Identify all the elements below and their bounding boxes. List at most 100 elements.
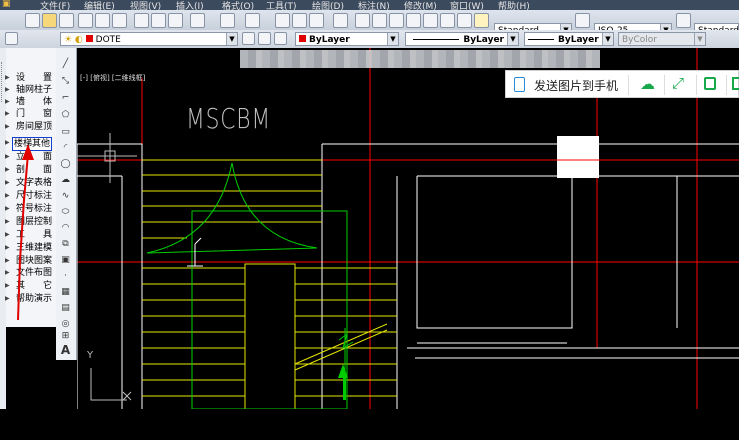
sheet-set-icon[interactable] xyxy=(406,13,421,28)
make-block-icon[interactable]: ▣ xyxy=(59,254,72,266)
insert-block-icon[interactable]: ⧉ xyxy=(59,238,72,250)
zoom-previous-icon[interactable] xyxy=(333,13,348,28)
chevron-down-icon: ▼ xyxy=(602,33,613,45)
layer-states-icon[interactable] xyxy=(274,32,287,45)
linetype-select[interactable]: ByLayer ▼ xyxy=(405,32,519,46)
layer-manager-icon[interactable] xyxy=(5,32,18,45)
viewport-label[interactable]: [-] [俯视] [二维线框] xyxy=(80,74,145,82)
menu-draw[interactable]: 绘图(D) xyxy=(312,0,344,10)
layer-select[interactable]: ☀ ◐ DOTE ▼ xyxy=(60,32,238,46)
undo-icon[interactable] xyxy=(220,13,235,28)
ellipse-icon[interactable]: ⬭ xyxy=(59,206,72,218)
arc-icon[interactable]: ◜ xyxy=(59,142,72,154)
table-icon[interactable]: ⊞ xyxy=(59,330,72,342)
redo-icon[interactable] xyxy=(245,13,260,28)
point-icon[interactable]: · xyxy=(59,270,72,282)
circle-icon[interactable]: ◯ xyxy=(59,158,72,170)
open-file-icon[interactable] xyxy=(42,13,57,28)
layer-value: DOTE xyxy=(95,35,121,45)
expand-triangle-icon: ▶ xyxy=(5,123,10,130)
lineweight-value: ByLayer xyxy=(558,35,599,45)
menu-tools[interactable]: 工具(T) xyxy=(266,0,297,10)
menu-view[interactable]: 视图(V) xyxy=(130,0,161,10)
multiline-text-icon[interactable]: A xyxy=(59,344,72,356)
menu-window[interactable]: 窗口(W) xyxy=(450,0,484,10)
axis-lines xyxy=(77,48,739,409)
properties-icon[interactable] xyxy=(355,13,370,28)
make-current-icon[interactable] xyxy=(242,32,255,45)
expand-triangle-icon: ▶ xyxy=(5,86,10,93)
menu-item-label: 墙 体 xyxy=(16,97,53,107)
rectangle-icon[interactable]: ▭ xyxy=(59,126,72,138)
annotation-arrow xyxy=(17,144,34,321)
save-icon[interactable] xyxy=(59,13,74,28)
selection-grip[interactable] xyxy=(557,136,599,178)
publish-icon[interactable] xyxy=(112,13,127,28)
menu-dimension[interactable]: 标注(N) xyxy=(358,0,390,10)
stair-treads xyxy=(142,159,397,409)
menu-item-wall[interactable]: ▶ 墙 体 xyxy=(5,96,56,108)
markup-icon[interactable] xyxy=(423,13,438,28)
chevron-down-icon: ▼ xyxy=(507,33,518,45)
menu-item-settings[interactable]: ▶ 设 置 xyxy=(5,72,56,84)
tool-palette-icon[interactable] xyxy=(389,13,404,28)
zoom-window-icon[interactable] xyxy=(309,13,324,28)
menu-item-label: 门 窗 xyxy=(16,109,53,119)
polyline-icon[interactable]: ⌐ xyxy=(59,92,72,104)
menu-insert[interactable]: 插入(I) xyxy=(176,0,204,10)
ucs-icon xyxy=(90,368,132,401)
menu-help[interactable]: 帮助(H) xyxy=(498,0,530,10)
line-icon[interactable]: ╱ xyxy=(59,58,72,70)
mscbm-label: MSCBM xyxy=(186,102,272,135)
menu-file[interactable]: 文件(F) xyxy=(40,0,70,10)
app-icon[interactable]: ▣ xyxy=(2,0,11,9)
divider xyxy=(664,75,665,95)
copy-icon[interactable] xyxy=(151,13,166,28)
menu-format[interactable]: 格式(O) xyxy=(222,0,254,10)
polygon-icon[interactable]: ⬠ xyxy=(59,109,72,121)
match-prop-icon[interactable] xyxy=(190,13,205,28)
cloud-icon[interactable]: ☁ xyxy=(640,75,655,93)
preview-icon[interactable] xyxy=(95,13,110,28)
help-icon[interactable] xyxy=(457,13,472,28)
color-value: ByLayer xyxy=(309,35,350,45)
linetype-value: ByLayer xyxy=(463,35,504,45)
expand-triangle-icon: ▶ xyxy=(5,98,10,105)
cut-icon[interactable] xyxy=(134,13,149,28)
divider xyxy=(726,75,727,95)
layer-previous-icon[interactable] xyxy=(258,32,271,45)
new-file-icon[interactable] xyxy=(25,13,40,28)
print-icon[interactable] xyxy=(78,13,93,28)
menu-item-axis-column[interactable]: ▶ 轴网柱子 xyxy=(5,84,56,96)
expand-icon[interactable]: ⤢ xyxy=(672,74,684,92)
region-icon[interactable]: ◎ xyxy=(59,318,72,330)
floor-plan-drawing xyxy=(77,48,739,409)
pan-icon[interactable] xyxy=(275,13,290,28)
calculator-icon[interactable] xyxy=(440,13,455,28)
design-center-icon[interactable] xyxy=(372,13,387,28)
menu-modify[interactable]: 修改(M) xyxy=(404,0,437,10)
save-icon[interactable] xyxy=(704,77,716,90)
drawing-canvas[interactable]: MSCBM Y xyxy=(77,48,739,409)
send-to-phone-button[interactable]: 发送图片到手机 xyxy=(534,77,618,94)
menu-item-label: 轴网柱子 xyxy=(16,85,53,95)
menu-item-label: 房间屋顶 xyxy=(16,122,53,132)
paste-icon[interactable] xyxy=(168,13,183,28)
ellipse-arc-icon[interactable]: ◠ xyxy=(59,222,72,234)
construction-line-icon[interactable]: ⤡ xyxy=(59,75,72,87)
phone-send-icon[interactable] xyxy=(514,77,525,92)
color-select[interactable]: ByLayer ▼ xyxy=(295,32,399,46)
menu-item-door-window[interactable]: ▶ 门 窗 xyxy=(5,108,56,120)
viewport-controls[interactable]: [-] [俯视] [二维线框] xyxy=(80,70,280,82)
hatch-icon[interactable]: ▦ xyxy=(59,286,72,298)
divider xyxy=(696,75,697,95)
gradient-icon[interactable]: ▤ xyxy=(59,302,72,314)
menu-edit[interactable]: 编辑(E) xyxy=(84,0,115,10)
divider xyxy=(628,75,629,95)
export-icon[interactable] xyxy=(732,77,739,90)
zoom-realtime-icon[interactable] xyxy=(292,13,307,28)
revision-cloud-icon[interactable]: ☁ xyxy=(59,174,72,186)
menu-item-room-roof[interactable]: ▶ 房间屋顶 xyxy=(5,121,56,133)
spline-icon[interactable]: ∿ xyxy=(59,190,72,202)
lineweight-select[interactable]: ByLayer ▼ xyxy=(524,32,614,46)
